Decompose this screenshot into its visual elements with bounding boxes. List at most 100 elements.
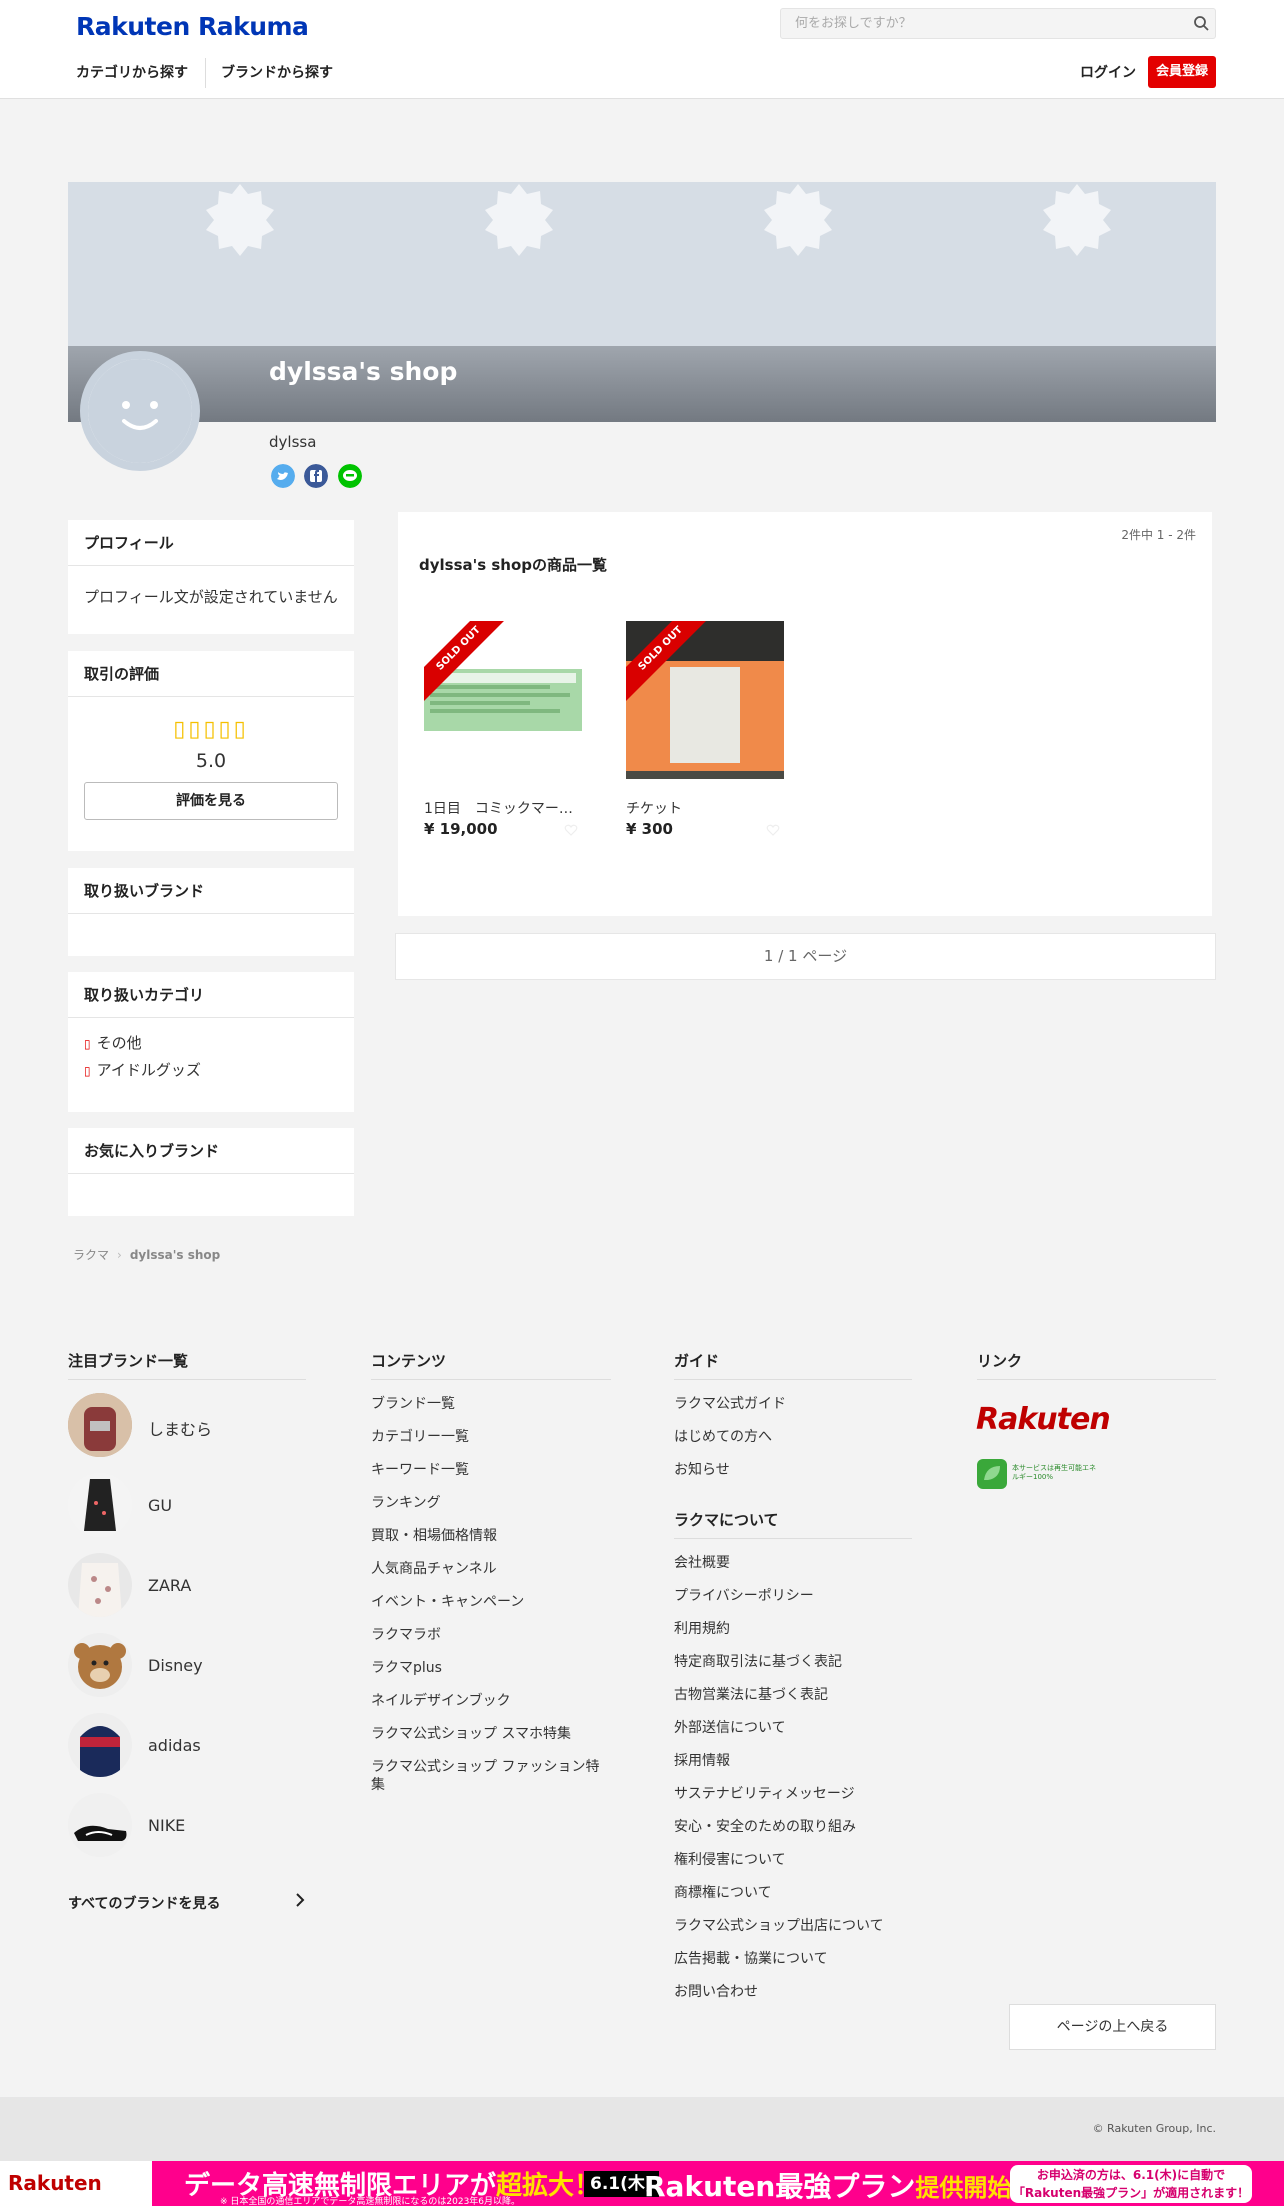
category-item[interactable]: ▯ アイドルグッズ xyxy=(84,1057,338,1084)
footer-link[interactable]: 商標権について xyxy=(674,1884,912,1902)
brand-image[interactable] xyxy=(68,1633,132,1697)
search-input[interactable] xyxy=(781,9,1181,38)
footer-link[interactable]: 外部送信について xyxy=(674,1719,912,1737)
rakuma-logo[interactable]: Rakuten Rakuma xyxy=(76,12,309,41)
product-list-panel: 2件中 1 - 2件 dylssa's shopの商品一覧 SOLD OUT 1… xyxy=(398,512,1212,916)
brand-image[interactable] xyxy=(68,1553,132,1617)
footer-link[interactable]: イベント・キャンペーン xyxy=(371,1593,611,1611)
product-image[interactable]: SOLD OUT xyxy=(626,621,784,779)
footer-links-column: リンク xyxy=(977,1350,1216,1380)
ad-banner[interactable]: Rakuten Mobile データ高速無制限エリアが超拡大！ ※ 日本全国の通… xyxy=(0,2161,1284,2206)
product-name[interactable]: チケット xyxy=(626,798,784,818)
footer-link[interactable]: 特定商取引法に基づく表記 xyxy=(674,1653,912,1671)
search-box[interactable] xyxy=(780,8,1216,39)
category-item[interactable]: ▯ その他 xyxy=(84,1030,338,1057)
star-icon: ▯ xyxy=(203,717,219,742)
line-icon[interactable] xyxy=(338,464,362,488)
footer-link[interactable]: 利用規約 xyxy=(674,1620,912,1638)
breadcrumb-separator-icon: › xyxy=(117,1248,122,1262)
ad-plan: Rakuten最強プラン提供開始! xyxy=(644,2165,1022,2205)
footer-about-title: ラクマについて xyxy=(674,1509,912,1539)
footer-link[interactable]: プライバシーポリシー xyxy=(674,1587,912,1605)
footer-link[interactable]: 採用情報 xyxy=(674,1752,912,1770)
heart-icon[interactable] xyxy=(564,823,578,837)
view-reviews-button[interactable]: 評価を見る xyxy=(84,782,338,820)
breadcrumb-home[interactable]: ラクマ xyxy=(73,1248,109,1262)
footer-link[interactable]: 買取・相場価格情報 xyxy=(371,1527,611,1545)
footer-links-title: リンク xyxy=(977,1350,1216,1380)
footer-link[interactable]: ラクマ公式ガイド xyxy=(674,1395,912,1413)
product-card[interactable]: SOLD OUT 1日目 コミックマーケット102 出展サークル専用 ¥ 19,… xyxy=(424,621,582,838)
footer-link[interactable]: ラクマplus xyxy=(371,1659,611,1677)
heart-icon[interactable] xyxy=(766,823,780,837)
result-count: 2件中 1 - 2件 xyxy=(1121,528,1196,542)
product-name[interactable]: 1日目 コミックマーケット102 出展サークル専用 xyxy=(424,798,582,818)
review-title: 取引の評価 xyxy=(68,651,354,697)
ad-plan-a: Rakuten最強プラン xyxy=(644,2170,916,2203)
product-image[interactable]: SOLD OUT xyxy=(424,621,582,779)
footer-link[interactable]: ラクマ公式ショップ スマホ特集 xyxy=(371,1725,611,1743)
footer-link[interactable]: カテゴリー一覧 xyxy=(371,1428,611,1446)
rating-stars: ▯▯▯▯▯ xyxy=(84,717,338,742)
brand-item[interactable]: GU xyxy=(68,1464,306,1544)
green-energy-badge[interactable]: 本サービスは再生可能エネルギー100% xyxy=(976,1458,1096,1490)
brand-item[interactable]: NIKE xyxy=(68,1784,306,1864)
footer-link[interactable]: ネイルデザインブック xyxy=(371,1692,611,1710)
footer-link[interactable]: ラクマ公式ショップ ファッション特集 xyxy=(371,1758,611,1794)
footer-link[interactable]: キーワード一覧 xyxy=(371,1461,611,1479)
footer-link[interactable]: はじめての方へ xyxy=(674,1428,912,1446)
login-link[interactable]: ログイン xyxy=(1080,62,1136,82)
twitter-icon[interactable] xyxy=(271,464,295,488)
all-brands-link[interactable]: すべてのブランドを見る xyxy=(68,1893,306,1913)
brand-item[interactable]: Disney xyxy=(68,1624,306,1704)
footer-link[interactable]: お知らせ xyxy=(674,1461,912,1479)
footer-link[interactable]: 広告掲載・協業について xyxy=(674,1950,912,1968)
badge-pattern-icon xyxy=(206,184,274,256)
nav-brand[interactable]: ブランドから探す xyxy=(221,62,333,82)
brand-image[interactable] xyxy=(68,1713,132,1777)
smiley-avatar-icon xyxy=(88,359,192,463)
footer-link[interactable]: 人気商品チャンネル xyxy=(371,1560,611,1578)
search-icon[interactable] xyxy=(1193,15,1209,31)
brand-label[interactable]: Disney xyxy=(148,1656,203,1675)
brand-label[interactable]: adidas xyxy=(148,1736,201,1755)
shop-banner: dylssa's shop xyxy=(68,182,1216,422)
fav-brands-card: お気に入りブランド xyxy=(68,1128,354,1216)
brand-item[interactable]: ZARA xyxy=(68,1544,306,1624)
footer-link[interactable]: お問い合わせ xyxy=(674,1983,912,2001)
nav-category[interactable]: カテゴリから探す xyxy=(76,62,188,82)
breadcrumb-current: dylssa's shop xyxy=(129,1248,221,1262)
footer-link[interactable]: ランキング xyxy=(371,1494,611,1512)
profile-card: プロフィール プロフィール文が設定されていません xyxy=(68,520,354,634)
facebook-icon[interactable] xyxy=(304,464,328,488)
footer-link[interactable]: 会社概要 xyxy=(674,1554,912,1572)
brand-item[interactable]: しまむら xyxy=(68,1384,306,1464)
footer-link[interactable]: 古物営業法に基づく表記 xyxy=(674,1686,912,1704)
footer-link[interactable]: 安心・安全のための取り組み xyxy=(674,1818,912,1836)
brand-image[interactable] xyxy=(68,1393,132,1457)
brand-image[interactable] xyxy=(68,1473,132,1537)
footer-link[interactable]: サステナビリティメッセージ xyxy=(674,1785,912,1803)
shop-username: dylssa xyxy=(269,433,317,451)
ad-cta: お申込済の方は、6.1(木)に自動で「Rakuten最強プラン」が適用されます！ xyxy=(1010,2165,1252,2203)
footer-link[interactable]: ラクマ公式ショップ出店について xyxy=(674,1917,912,1935)
site-header: Rakuten Rakuma カテゴリから探す ブランドから探す ログイン 会員… xyxy=(0,0,1284,99)
back-to-top-button[interactable]: ページの上へ戻る xyxy=(1009,2004,1216,2050)
brand-label[interactable]: NIKE xyxy=(148,1816,185,1835)
footer-link[interactable]: ブランド一覧 xyxy=(371,1395,611,1413)
brand-label[interactable]: しまむら xyxy=(148,1416,212,1440)
product-card[interactable]: SOLD OUT チケット ¥ 300 xyxy=(626,621,784,838)
footer-link[interactable]: ラクマラボ xyxy=(371,1626,611,1644)
breadcrumb: ラクマ › dylssa's shop xyxy=(73,1246,220,1263)
brand-label[interactable]: ZARA xyxy=(148,1576,191,1595)
brand-item[interactable]: adidas xyxy=(68,1704,306,1784)
brand-image[interactable] xyxy=(68,1793,132,1857)
footer-link[interactable]: 権利侵害について xyxy=(674,1851,912,1869)
register-button[interactable]: 会員登録 xyxy=(1148,56,1216,88)
product-price: ¥ 19,000 xyxy=(424,820,498,838)
footer-guide-column: ガイド ラクマ公式ガイド はじめての方へ お知らせ ラクマについて 会社概要 プライバ… xyxy=(674,1350,912,2001)
brand-label[interactable]: GU xyxy=(148,1496,172,1515)
category-label: その他 xyxy=(96,1034,142,1052)
badge-pattern-icon xyxy=(485,184,553,256)
rakuten-logo[interactable]: Rakuten xyxy=(976,1402,1111,1437)
